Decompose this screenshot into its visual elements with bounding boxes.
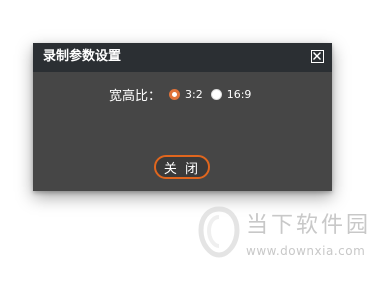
record-settings-dialog: 录制参数设置 宽高比： 3:2 16:9 关 闭 (33, 43, 332, 191)
close-x-glyph (313, 52, 321, 60)
watermark-site-name: 当下软件园 (246, 213, 372, 238)
aspect-ratio-label: 宽高比： (109, 88, 162, 104)
close-button[interactable]: 关 闭 (154, 155, 210, 179)
radio-ratio-3-2[interactable] (169, 88, 181, 100)
screenshot-stage: 录制参数设置 宽高比： 3:2 16:9 关 闭 当下软件园 www.downx… (0, 0, 384, 281)
watermark-logo-icon (198, 206, 240, 258)
aspect-ratio-row: 宽高比： 3:2 16:9 (109, 85, 259, 104)
radio-ratio-16-9-label[interactable]: 16:9 (227, 88, 252, 101)
radio-ratio-16-9[interactable] (210, 88, 222, 100)
close-icon[interactable] (311, 50, 324, 63)
dialog-title: 录制参数设置 (43, 49, 122, 64)
watermark-url: www.downxia.com (246, 244, 366, 258)
radio-ratio-3-2-label[interactable]: 3:2 (185, 88, 203, 101)
dialog-titlebar: 录制参数设置 (33, 43, 332, 72)
